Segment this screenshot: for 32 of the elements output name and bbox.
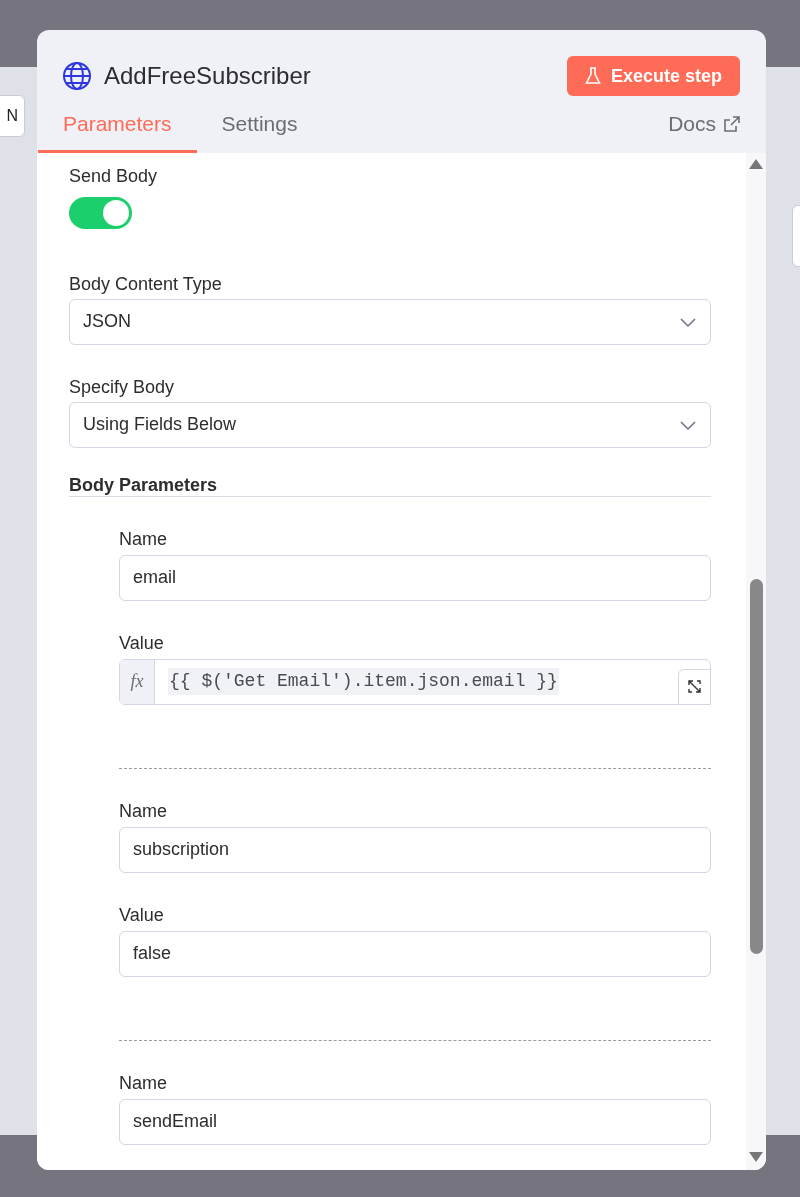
scroll-thumb[interactable] bbox=[749, 578, 763, 954]
expand-icon bbox=[688, 680, 701, 693]
node-title: AddFreeSubscriber bbox=[104, 61, 311, 91]
tab[interactable]: Settings bbox=[196, 108, 323, 153]
field-label: Specify Body bbox=[69, 375, 176, 398]
globe-icon bbox=[62, 61, 92, 91]
node-button[interactable]: N bbox=[0, 95, 25, 137]
docs-link[interactable]: Docs bbox=[668, 108, 740, 153]
select-field[interactable]: Using Fields Below bbox=[69, 401, 711, 448]
field-label: Name bbox=[119, 1071, 168, 1094]
expression-field[interactable]: fx {{ $('Get Email').item.json.email }} bbox=[119, 658, 711, 705]
fx-label: fx bbox=[120, 659, 155, 704]
scroll-up-icon[interactable] bbox=[749, 158, 763, 169]
flask-icon bbox=[584, 67, 601, 85]
section-title: Body Parameters bbox=[69, 474, 711, 497]
input-field[interactable]: false bbox=[119, 930, 711, 977]
field-label: Value bbox=[119, 903, 165, 926]
toggle-switch[interactable] bbox=[69, 196, 132, 229]
expression-text: {{ $('Get Email').item.json.email }} bbox=[168, 668, 559, 695]
field-label: Name bbox=[119, 799, 168, 822]
select-field[interactable]: JSON bbox=[69, 298, 711, 345]
input-field[interactable]: subscription bbox=[119, 826, 711, 873]
input-field[interactable]: sendEmail bbox=[119, 1098, 711, 1145]
external-link-icon bbox=[724, 115, 740, 132]
field-label: Send Body bbox=[69, 164, 159, 187]
scroll-down-icon[interactable] bbox=[749, 1152, 763, 1162]
field-label: Value bbox=[119, 631, 165, 654]
field-label: Name bbox=[119, 527, 168, 550]
scrollbar[interactable] bbox=[746, 152, 766, 1170]
field-label: Body Content Type bbox=[69, 272, 223, 295]
input-field[interactable]: email bbox=[119, 554, 711, 601]
expand-button[interactable] bbox=[678, 668, 711, 705]
